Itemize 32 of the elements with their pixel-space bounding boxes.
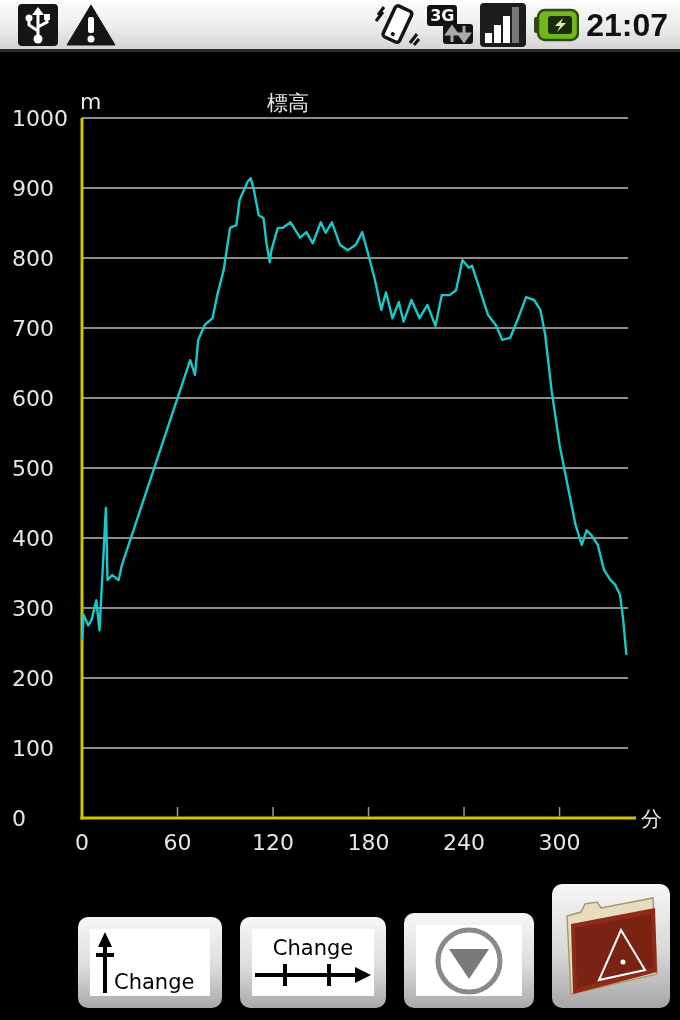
vertical-arrow-icon	[96, 931, 114, 993]
vibrate-icon	[374, 2, 421, 47]
y-tick-label: 100	[12, 736, 54, 761]
x-tick-label: 0	[75, 830, 89, 855]
x-tick-label: 240	[443, 830, 486, 855]
y-tick-label: 200	[12, 666, 54, 691]
y-tick-label: 700	[12, 316, 54, 341]
clock-time: 21:07	[586, 8, 668, 41]
usb-icon	[18, 3, 58, 46]
data-arrows-icon	[443, 24, 474, 44]
y-axis-unit-label: m	[80, 89, 102, 114]
y-tick-label: 900	[12, 176, 54, 201]
warning-icon	[66, 3, 116, 46]
y-tick-label: 500	[12, 456, 54, 481]
y-tick-label: 400	[12, 526, 54, 551]
y-tick-label: 1000	[12, 106, 68, 131]
x-tick-label: 60	[163, 830, 192, 855]
y-tick-label: 600	[12, 386, 54, 411]
x-tick-label: 180	[347, 830, 390, 855]
y-tick-label: 300	[12, 596, 54, 621]
network-type-label: 3G	[427, 5, 458, 26]
y-tick-label: 0	[12, 806, 26, 831]
x-axis-unit-label: 分	[641, 807, 662, 831]
x-tick-label: 300	[538, 830, 581, 855]
down-triangle-circle-icon	[435, 926, 503, 995]
chart-title: 標高	[267, 91, 309, 115]
signal-icon	[480, 2, 527, 47]
folder-button[interactable]	[552, 884, 670, 1008]
battery-icon	[533, 7, 580, 42]
horizontal-arrow-icon	[255, 963, 371, 987]
y-tick-label: 800	[12, 246, 54, 271]
x-tick-label: 120	[252, 830, 294, 855]
